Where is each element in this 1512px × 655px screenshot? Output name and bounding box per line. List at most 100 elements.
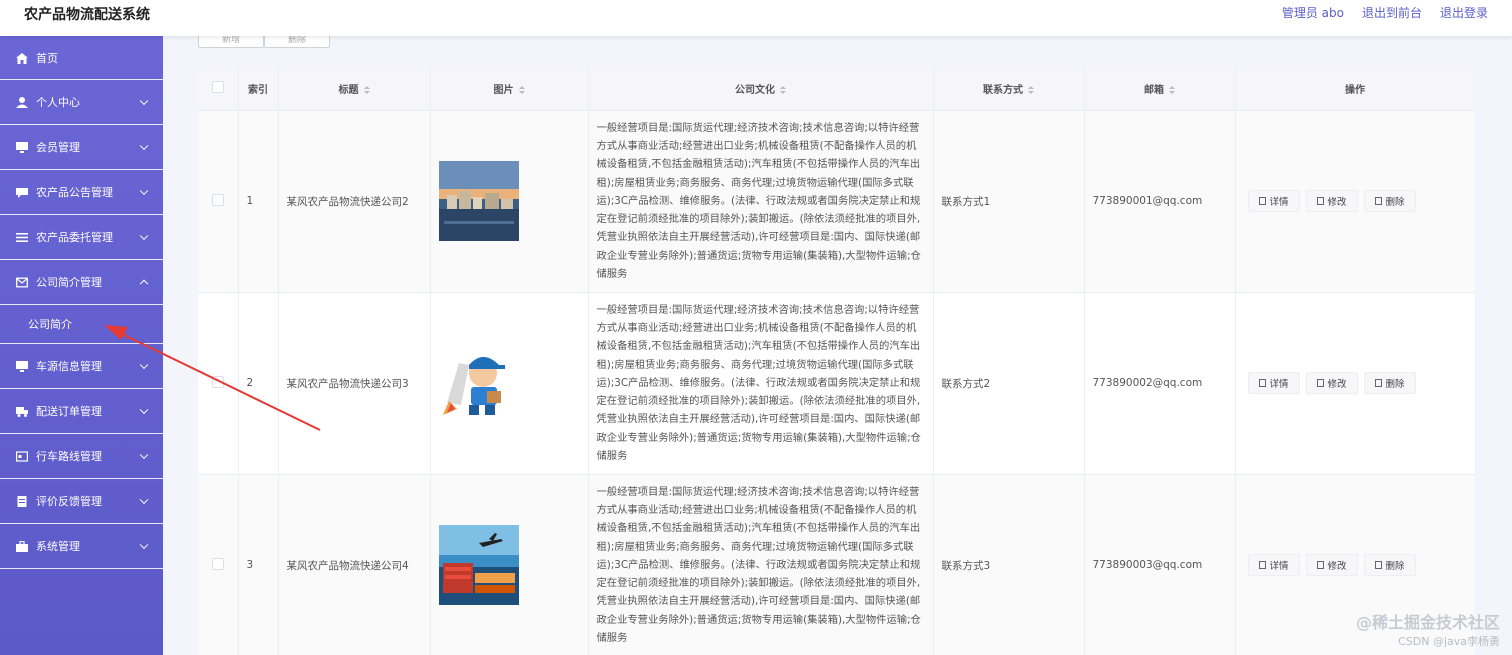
chevron-down-icon xyxy=(139,360,149,370)
logout-link[interactable]: 退出登录 xyxy=(1440,4,1488,21)
app-title: 农产品物流配送系统 xyxy=(24,7,150,23)
chevron-down-icon xyxy=(139,450,149,460)
sidebar-item-label: 会员管理 xyxy=(36,141,80,154)
doc-icon xyxy=(16,496,28,507)
sort-icon[interactable] xyxy=(363,85,370,94)
watermark-juejin: @稀土掘金技术社区 xyxy=(1355,613,1500,632)
chevron-down-icon xyxy=(139,186,149,196)
sidebar-item-home[interactable]: 首页 xyxy=(0,36,163,80)
sidebar-item-label: 农产品委托管理 xyxy=(36,231,113,244)
edit-icon xyxy=(1316,379,1324,387)
harbor-town-photo[interactable] xyxy=(438,161,519,241)
back-to-front-link[interactable]: 退出到前台 xyxy=(1362,4,1422,21)
doc-icon xyxy=(1258,561,1266,569)
column-header-image[interactable]: 图片 xyxy=(430,67,589,111)
select-all-checkbox[interactable] xyxy=(211,80,224,93)
logistics-plane-truck-photo[interactable] xyxy=(438,525,519,605)
edit-button[interactable]: 修改 xyxy=(1305,554,1358,576)
sidebar-item-label: 系统管理 xyxy=(36,540,80,553)
monitor-icon xyxy=(16,142,28,153)
table-header-row: 索引 标题 图片 公司文化 联系方式 邮箱 操作 xyxy=(198,67,1475,111)
column-header-contact[interactable]: 联系方式 xyxy=(933,67,1085,111)
column-header-title[interactable]: 标题 xyxy=(278,67,431,111)
mail-icon xyxy=(16,277,28,288)
main-content: 新增 删除 索引 标题 图片 公司文化 联系方式 邮箱 操作 1 某风农产品物流… xyxy=(163,28,1512,655)
list-icon xyxy=(16,232,28,242)
detail-button[interactable]: 详情 xyxy=(1247,190,1300,212)
sidebar-item-routes[interactable]: 行车路线管理 xyxy=(0,434,163,479)
sidebar-item-label: 评价反馈管理 xyxy=(36,495,102,508)
table-row: 2 某风农产品物流快递公司3 一般经营项目是:国际货运代理;经济技术咨询;技术信… xyxy=(198,292,1475,475)
column-header-culture[interactable]: 公司文化 xyxy=(588,67,934,111)
courier-rocket-cartoon[interactable] xyxy=(438,343,519,423)
sidebar-item-members[interactable]: 会员管理 xyxy=(0,125,163,170)
watermark-csdn: CSDN @java李杨勇 xyxy=(1398,635,1500,648)
sort-icon[interactable] xyxy=(780,85,786,94)
index-cell: 2 xyxy=(238,292,279,475)
doc-icon xyxy=(1258,379,1266,387)
chat-icon xyxy=(16,187,28,198)
title-cell: 某风农产品物流快递公司2 xyxy=(278,110,431,293)
select-all-cell xyxy=(198,67,239,111)
sidebar-item-label: 首页 xyxy=(36,51,58,65)
contact-cell: 联系方式3 xyxy=(933,474,1085,655)
index-cell: 1 xyxy=(238,110,279,293)
sidebar-item-delivery-orders[interactable]: 配送订单管理 xyxy=(0,389,163,434)
data-table: 索引 标题 图片 公司文化 联系方式 邮箱 操作 1 某风农产品物流快递公司2 xyxy=(198,67,1475,655)
title-cell: 某风农产品物流快递公司3 xyxy=(278,292,431,475)
delete-row-button[interactable]: 删除 xyxy=(1363,372,1416,394)
edit-button[interactable]: 修改 xyxy=(1305,372,1358,394)
index-cell: 3 xyxy=(238,474,279,655)
column-header-email[interactable]: 邮箱 xyxy=(1084,67,1236,111)
monitor-icon xyxy=(16,361,28,372)
chevron-down-icon xyxy=(139,231,149,241)
chevron-down-icon xyxy=(139,540,149,550)
detail-button[interactable]: 详情 xyxy=(1247,372,1300,394)
sidebar-item-announcements[interactable]: 农产品公告管理 xyxy=(0,170,163,215)
email-cell: 773890002@qq.com xyxy=(1084,292,1236,475)
sort-icon[interactable] xyxy=(1169,85,1175,94)
sidebar-item-personal-center[interactable]: 个人中心 xyxy=(0,80,163,125)
edit-icon xyxy=(1316,561,1324,569)
briefcase-icon xyxy=(16,540,28,552)
trash-icon xyxy=(1374,197,1382,205)
sidebar-item-label: 车源信息管理 xyxy=(36,360,102,373)
delete-row-button[interactable]: 删除 xyxy=(1363,190,1416,212)
row-checkbox[interactable] xyxy=(211,557,224,570)
admin-label: 管理员 abo xyxy=(1281,6,1344,20)
user-icon xyxy=(16,97,28,108)
actions-cell: 详情 修改 删除 xyxy=(1235,292,1475,475)
delete-row-button[interactable]: 删除 xyxy=(1363,554,1416,576)
row-checkbox[interactable] xyxy=(211,193,224,206)
sidebar-item-label: 公司简介管理 xyxy=(36,276,102,289)
chevron-down-icon xyxy=(139,405,149,415)
chevron-down-icon xyxy=(139,96,149,106)
chevron-up-icon xyxy=(139,279,149,289)
row-checkbox[interactable] xyxy=(211,375,224,388)
image-cell xyxy=(430,110,589,293)
sort-icon[interactable] xyxy=(518,85,525,94)
image-cell xyxy=(430,292,589,475)
column-header-index: 索引 xyxy=(238,67,279,111)
sidebar-item-feedback[interactable]: 评价反馈管理 xyxy=(0,479,163,524)
sidebar-item-company-intro-mgmt[interactable]: 公司简介管理 xyxy=(0,260,163,305)
sort-icon[interactable] xyxy=(1028,85,1034,94)
row-select-cell xyxy=(198,474,239,655)
table-row: 1 某风农产品物流快递公司2 一般经营项目是:国际货运代理;经济技术咨询;技术信… xyxy=(198,110,1475,293)
sidebar-item-commissions[interactable]: 农产品委托管理 xyxy=(0,215,163,260)
table-row: 3 某风农产品物流快递公司4 一般经营项目是:国际货运代理;经济技术咨询;技术信… xyxy=(198,474,1475,655)
contact-cell: 联系方式1 xyxy=(933,110,1085,293)
row-select-cell xyxy=(198,292,239,475)
sidebar-item-vehicles[interactable]: 车源信息管理 xyxy=(0,344,163,389)
detail-button[interactable]: 详情 xyxy=(1247,554,1300,576)
trash-icon xyxy=(1374,561,1382,569)
sidebar-subitem-company-intro[interactable]: 公司简介 xyxy=(0,305,163,344)
actions-cell: 详情 修改 删除 xyxy=(1235,110,1475,293)
culture-cell: 一般经营项目是:国际货运代理;经济技术咨询;技术信息咨询;以特许经营方式从事商业… xyxy=(588,474,934,655)
edit-button[interactable]: 修改 xyxy=(1305,190,1358,212)
doc-icon xyxy=(1258,197,1266,205)
culture-cell: 一般经营项目是:国际货运代理;经济技术咨询;技术信息咨询;以特许经营方式从事商业… xyxy=(588,292,934,475)
sidebar-item-label: 个人中心 xyxy=(36,96,80,109)
sidebar-item-system[interactable]: 系统管理 xyxy=(0,524,163,569)
column-header-actions: 操作 xyxy=(1235,67,1475,111)
